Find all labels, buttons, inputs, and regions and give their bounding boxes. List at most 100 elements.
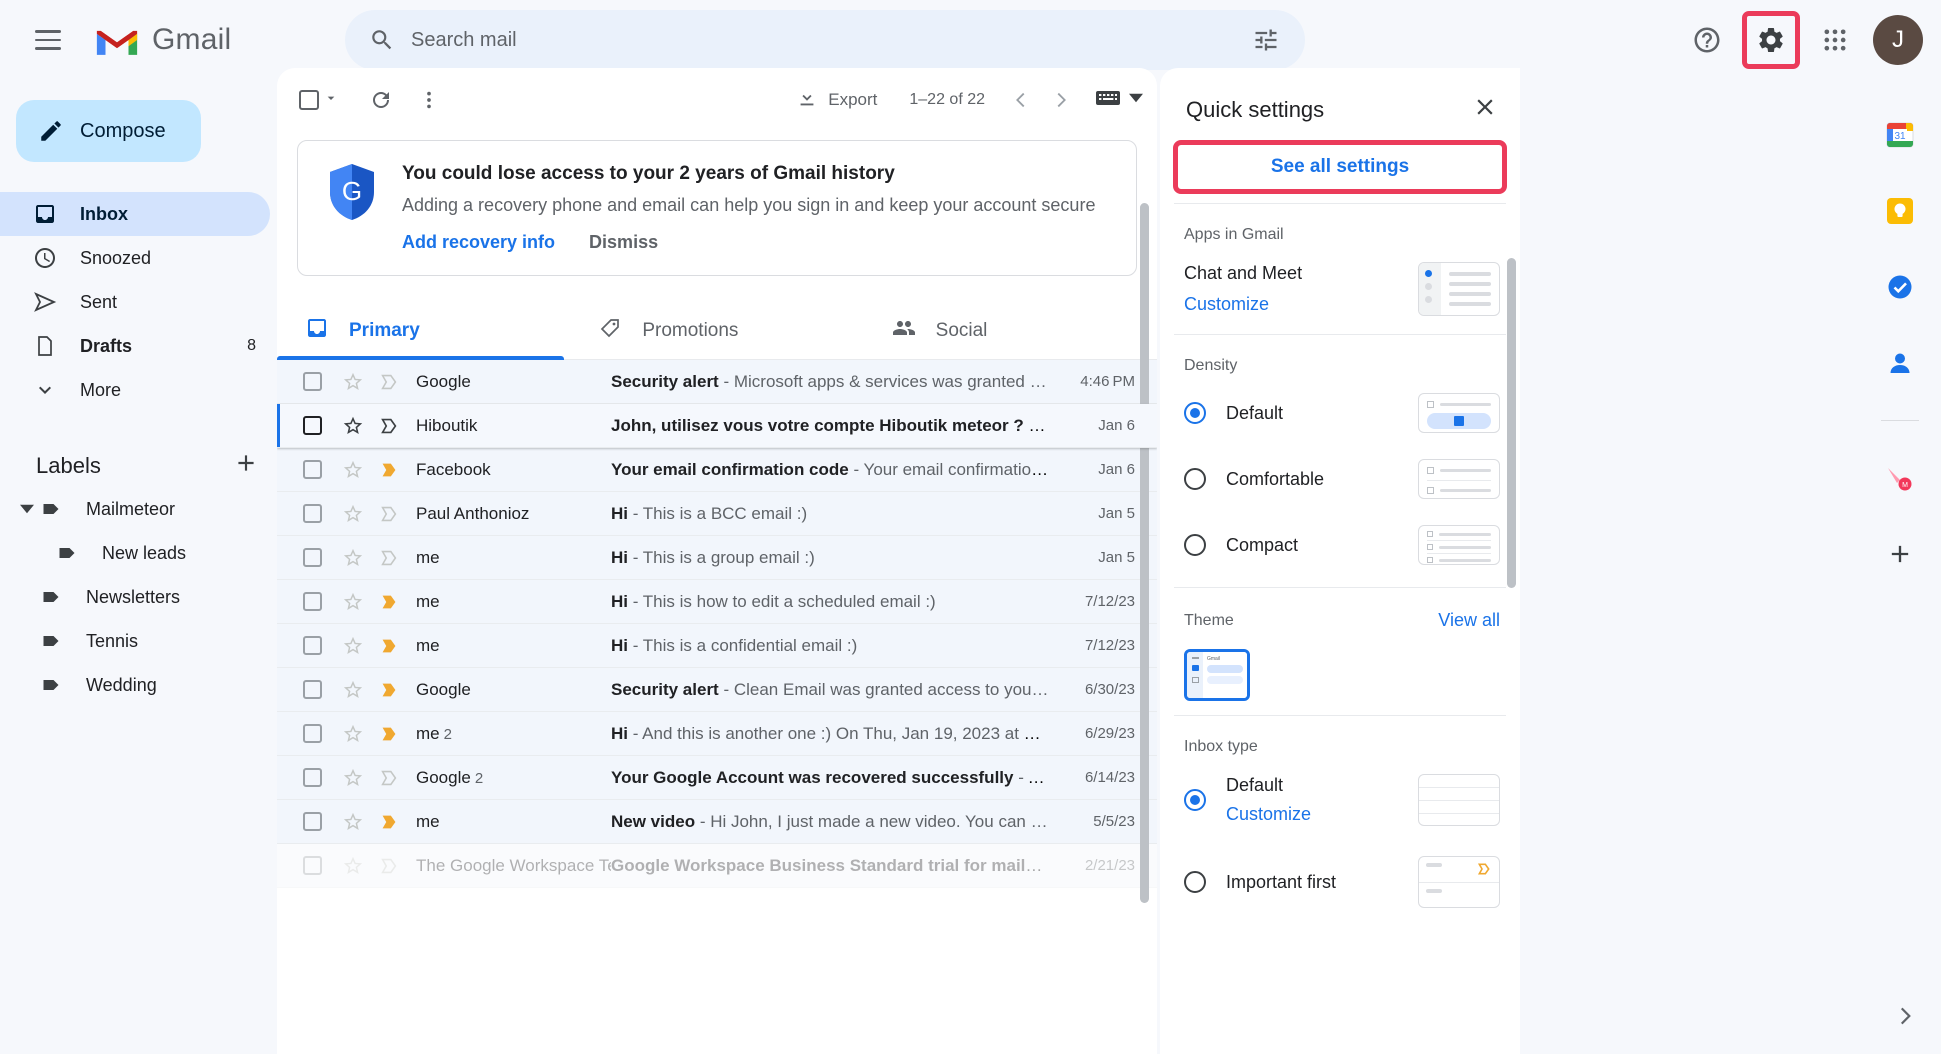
important-marker-icon[interactable] <box>378 371 400 393</box>
plus-icon[interactable] <box>233 450 259 481</box>
caret-down-icon[interactable] <box>16 502 38 516</box>
chevron-left-icon[interactable] <box>1001 80 1041 120</box>
star-icon[interactable] <box>342 679 364 701</box>
table-row[interactable]: Google Security alert - Microsoft apps &… <box>277 360 1157 404</box>
important-marker-icon[interactable] <box>378 591 400 613</box>
star-icon[interactable] <box>342 855 364 877</box>
tab-social[interactable]: Social <box>864 302 1157 359</box>
close-icon[interactable] <box>1472 94 1498 125</box>
important-marker-icon[interactable] <box>378 635 400 657</box>
avatar[interactable]: J <box>1873 15 1923 65</box>
star-icon[interactable] <box>342 459 364 481</box>
row-checkbox[interactable] <box>303 460 322 479</box>
star-icon[interactable] <box>342 503 364 525</box>
sidebar-item-snoozed[interactable]: Snoozed <box>0 236 270 280</box>
row-checkbox[interactable] <box>303 416 322 435</box>
google-tasks-icon[interactable] <box>1877 264 1923 310</box>
dismiss-banner-button[interactable]: Dismiss <box>589 232 658 253</box>
help-icon[interactable] <box>1681 14 1733 66</box>
table-row[interactable]: me Hi - This is a confidential email :) … <box>277 624 1157 668</box>
google-calendar-icon[interactable]: 31 <box>1877 112 1923 158</box>
mailmeteor-icon[interactable]: M <box>1877 455 1923 501</box>
star-icon[interactable] <box>342 767 364 789</box>
important-marker-icon[interactable] <box>378 811 400 833</box>
filter-options-icon[interactable] <box>1249 23 1283 57</box>
table-row[interactable]: The Google Workspace Team Google Workspa… <box>277 844 1157 888</box>
sidebar-label-tennis[interactable]: Tennis <box>0 619 270 663</box>
radio-icon[interactable] <box>1184 402 1206 424</box>
inbox-type-option-default[interactable]: Default Customize <box>1184 774 1500 826</box>
inbox-preview-default[interactable] <box>1418 774 1500 826</box>
theme-swatch-default[interactable]: Gmail <box>1184 649 1250 701</box>
export-button[interactable]: Export <box>786 81 887 120</box>
view-all-themes-link[interactable]: View all <box>1438 610 1500 631</box>
row-checkbox[interactable] <box>303 548 322 567</box>
sidebar-label-newsletters[interactable]: Newsletters <box>0 575 270 619</box>
table-row[interactable]: Google 2 Your Google Account was recovere… <box>277 756 1157 800</box>
customize-inbox-link[interactable]: Customize <box>1226 804 1418 825</box>
tab-promotions[interactable]: Promotions <box>570 302 863 359</box>
density-preview-default[interactable] <box>1418 393 1500 433</box>
inbox-preview-important-first[interactable] <box>1418 856 1500 908</box>
add-recovery-info-link[interactable]: Add recovery info <box>402 232 555 253</box>
row-checkbox[interactable] <box>303 812 322 831</box>
select-all-control[interactable] <box>299 90 339 111</box>
add-addon-icon[interactable] <box>1877 531 1923 577</box>
sidebar-label-wedding[interactable]: Wedding <box>0 663 270 707</box>
important-marker-icon[interactable] <box>378 855 400 877</box>
row-checkbox[interactable] <box>303 592 322 611</box>
table-row[interactable]: Hiboutik John, utilisez vous votre compt… <box>277 404 1157 448</box>
sidebar-label-mailmeteor[interactable]: Mailmeteor <box>0 487 270 531</box>
star-icon[interactable] <box>342 547 364 569</box>
sidebar-label-new-leads[interactable]: New leads <box>0 531 270 575</box>
checkbox-icon[interactable] <box>299 90 319 110</box>
table-row[interactable]: Paul Anthonioz Hi - This is a BCC email … <box>277 492 1157 536</box>
inbox-type-option-important-first[interactable]: Important first <box>1184 856 1500 908</box>
row-checkbox[interactable] <box>303 768 322 787</box>
star-icon[interactable] <box>342 415 364 437</box>
chat-preview-thumb[interactable] <box>1418 262 1500 316</box>
radio-icon[interactable] <box>1184 789 1206 811</box>
row-checkbox[interactable] <box>303 636 322 655</box>
density-option-comfortable[interactable]: Comfortable <box>1184 459 1500 499</box>
radio-icon[interactable] <box>1184 871 1206 893</box>
chevron-right-icon[interactable] <box>1041 80 1081 120</box>
sidebar-item-more[interactable]: More <box>0 368 270 412</box>
search-box[interactable] <box>345 10 1305 70</box>
table-row[interactable]: me Hi - This is how to edit a scheduled … <box>277 580 1157 624</box>
search-input[interactable] <box>411 28 1249 52</box>
density-option-compact[interactable]: Compact <box>1184 525 1500 565</box>
radio-icon[interactable] <box>1184 468 1206 490</box>
row-checkbox[interactable] <box>303 504 322 523</box>
sidebar-item-sent[interactable]: Sent <box>0 280 270 324</box>
star-icon[interactable] <box>342 723 364 745</box>
radio-icon[interactable] <box>1184 534 1206 556</box>
google-contacts-icon[interactable] <box>1877 340 1923 386</box>
chevron-right-icon[interactable] <box>1885 996 1925 1036</box>
gear-icon[interactable] <box>1742 11 1800 69</box>
star-icon[interactable] <box>342 591 364 613</box>
star-icon[interactable] <box>342 811 364 833</box>
more-vertical-icon[interactable] <box>409 80 449 120</box>
table-row[interactable]: Facebook Your email confirmation code - … <box>277 448 1157 492</box>
mail-list-scrollbar[interactable] <box>1140 203 1149 903</box>
customize-chat-link[interactable]: Customize <box>1184 294 1302 315</box>
table-row[interactable]: me Hi - This is a group email :) Jan 5 <box>277 536 1157 580</box>
google-keep-icon[interactable] <box>1877 188 1923 234</box>
important-marker-icon[interactable] <box>378 459 400 481</box>
important-marker-icon[interactable] <box>378 415 400 437</box>
row-checkbox[interactable] <box>303 680 322 699</box>
important-marker-icon[interactable] <box>378 547 400 569</box>
apps-grid-icon[interactable] <box>1809 14 1861 66</box>
row-checkbox[interactable] <box>303 372 322 391</box>
star-icon[interactable] <box>342 635 364 657</box>
important-marker-icon[interactable] <box>378 503 400 525</box>
density-option-default[interactable]: Default <box>1184 393 1500 433</box>
sidebar-item-inbox[interactable]: Inbox <box>0 192 270 236</box>
sidebar-item-drafts[interactable]: Drafts 8 <box>0 324 270 368</box>
tab-primary[interactable]: Primary <box>277 302 570 360</box>
quick-settings-scrollbar[interactable] <box>1507 258 1516 588</box>
table-row[interactable]: Google Security alert - Clean Email was … <box>277 668 1157 712</box>
gmail-logo[interactable]: Gmail <box>94 23 231 58</box>
row-checkbox[interactable] <box>303 724 322 743</box>
